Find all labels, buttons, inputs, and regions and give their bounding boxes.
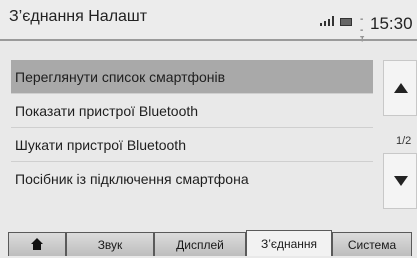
tab-label: Система (347, 238, 397, 252)
menu-item-search-bluetooth-devices[interactable]: Шукати пристрої Bluetooth (11, 128, 373, 162)
tab-sound[interactable]: Звук (66, 232, 154, 256)
tab-label: З’єднання (260, 237, 318, 251)
menu-item-label: Шукати пристрої Bluetooth (15, 137, 186, 153)
signal-strength-icon (320, 16, 336, 26)
menu-item-show-bluetooth-devices[interactable]: Показати пристрої Bluetooth (11, 94, 373, 128)
clock: 15:30 (370, 14, 413, 33)
tab-label: Дисплей (176, 238, 224, 252)
scroll-up-button[interactable] (383, 60, 417, 116)
tab-home[interactable] (8, 232, 66, 256)
connection-menu-list: Переглянути список смартфонів Показати п… (11, 60, 373, 196)
bottom-tab-bar: Звук Дисплей З’єднання Система (0, 230, 417, 256)
menu-item-smartphone-connection-guide[interactable]: Посібник із підключення смартфона (11, 162, 373, 196)
page-title: З’єднання Налашт (9, 8, 148, 25)
menu-item-view-smartphones[interactable]: Переглянути список смартфонів (11, 60, 373, 94)
header-bar: З’єднання Налашт - - ᵀ 15:30 (0, 0, 417, 47)
triangle-down-icon (394, 176, 408, 186)
tab-display[interactable]: Дисплей (154, 232, 246, 256)
tab-label: Звук (97, 238, 123, 252)
page-indicator: 1/2 (396, 135, 412, 147)
battery-icon (340, 18, 352, 26)
home-icon (31, 238, 43, 250)
header-divider (0, 39, 417, 41)
menu-item-label: Посібник із підключення смартфона (15, 171, 249, 187)
tab-connection[interactable]: З’єднання (246, 230, 332, 256)
status-indicator-text: - - ᵀ (360, 14, 365, 47)
menu-item-label: Показати пристрої Bluetooth (15, 103, 199, 119)
triangle-up-icon (394, 83, 408, 93)
scroll-down-button[interactable] (383, 153, 417, 209)
tab-system[interactable]: Система (332, 232, 412, 256)
menu-item-label: Переглянути список смартфонів (15, 69, 226, 85)
